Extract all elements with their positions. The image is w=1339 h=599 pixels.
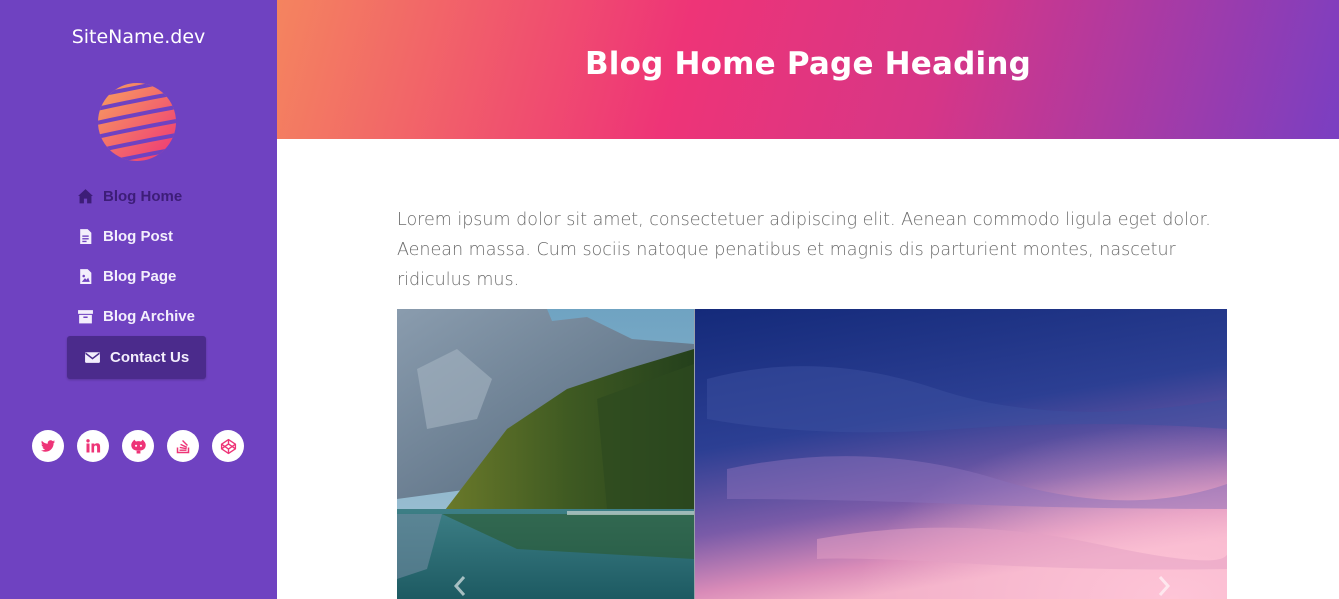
archive-box-icon	[78, 310, 93, 324]
stackoverflow-icon	[176, 440, 190, 454]
social-links	[32, 430, 244, 462]
sunset-sky-photo	[695, 309, 1227, 599]
nav-contact-us-label: Contact Us	[110, 349, 190, 366]
carousel-slides	[397, 309, 1227, 599]
envelope-icon	[85, 352, 100, 363]
page-title: Blog Home Page Heading	[584, 46, 1032, 82]
page-header: Blog Home Page Heading	[277, 0, 1339, 139]
nav-blog-archive-label: Blog Archive	[103, 308, 195, 325]
linkedin-link[interactable]	[77, 430, 109, 462]
github-icon	[130, 439, 146, 454]
mountain-lake-photo	[397, 309, 694, 599]
nav-blog-page[interactable]: Blog Page	[77, 268, 176, 285]
nav-blog-home-label: Blog Home	[103, 188, 183, 205]
twitter-icon	[41, 440, 55, 452]
stackoverflow-link[interactable]	[167, 430, 199, 462]
twitter-link[interactable]	[32, 430, 64, 462]
file-image-icon	[80, 269, 92, 284]
nav-blog-archive[interactable]: Blog Archive	[77, 308, 195, 325]
nav-blog-page-label: Blog Page	[103, 268, 177, 285]
site-name[interactable]: SiteName.dev	[0, 26, 277, 48]
nav-blog-post[interactable]: Blog Post	[77, 228, 173, 245]
striped-globe-logo[interactable]	[97, 82, 177, 162]
linkedin-icon	[86, 439, 101, 453]
codepen-link[interactable]	[212, 430, 244, 462]
nav-blog-home[interactable]: Blog Home	[77, 188, 182, 205]
image-carousel[interactable]	[397, 309, 1227, 599]
codepen-icon	[220, 438, 236, 454]
intro-paragraph: Lorem ipsum dolor sit amet, consectetuer…	[397, 210, 1211, 290]
chevron-right-icon[interactable]	[1157, 575, 1171, 597]
nav-blog-post-label: Blog Post	[103, 228, 173, 245]
sidebar: SiteName.dev Blog Home Blog Post Blog Pa…	[0, 0, 277, 599]
nav-contact-us[interactable]: Contact Us	[67, 336, 207, 379]
home-icon	[78, 189, 93, 204]
file-text-icon	[80, 229, 92, 244]
github-link[interactable]	[122, 430, 154, 462]
chevron-left-icon[interactable]	[453, 575, 467, 597]
